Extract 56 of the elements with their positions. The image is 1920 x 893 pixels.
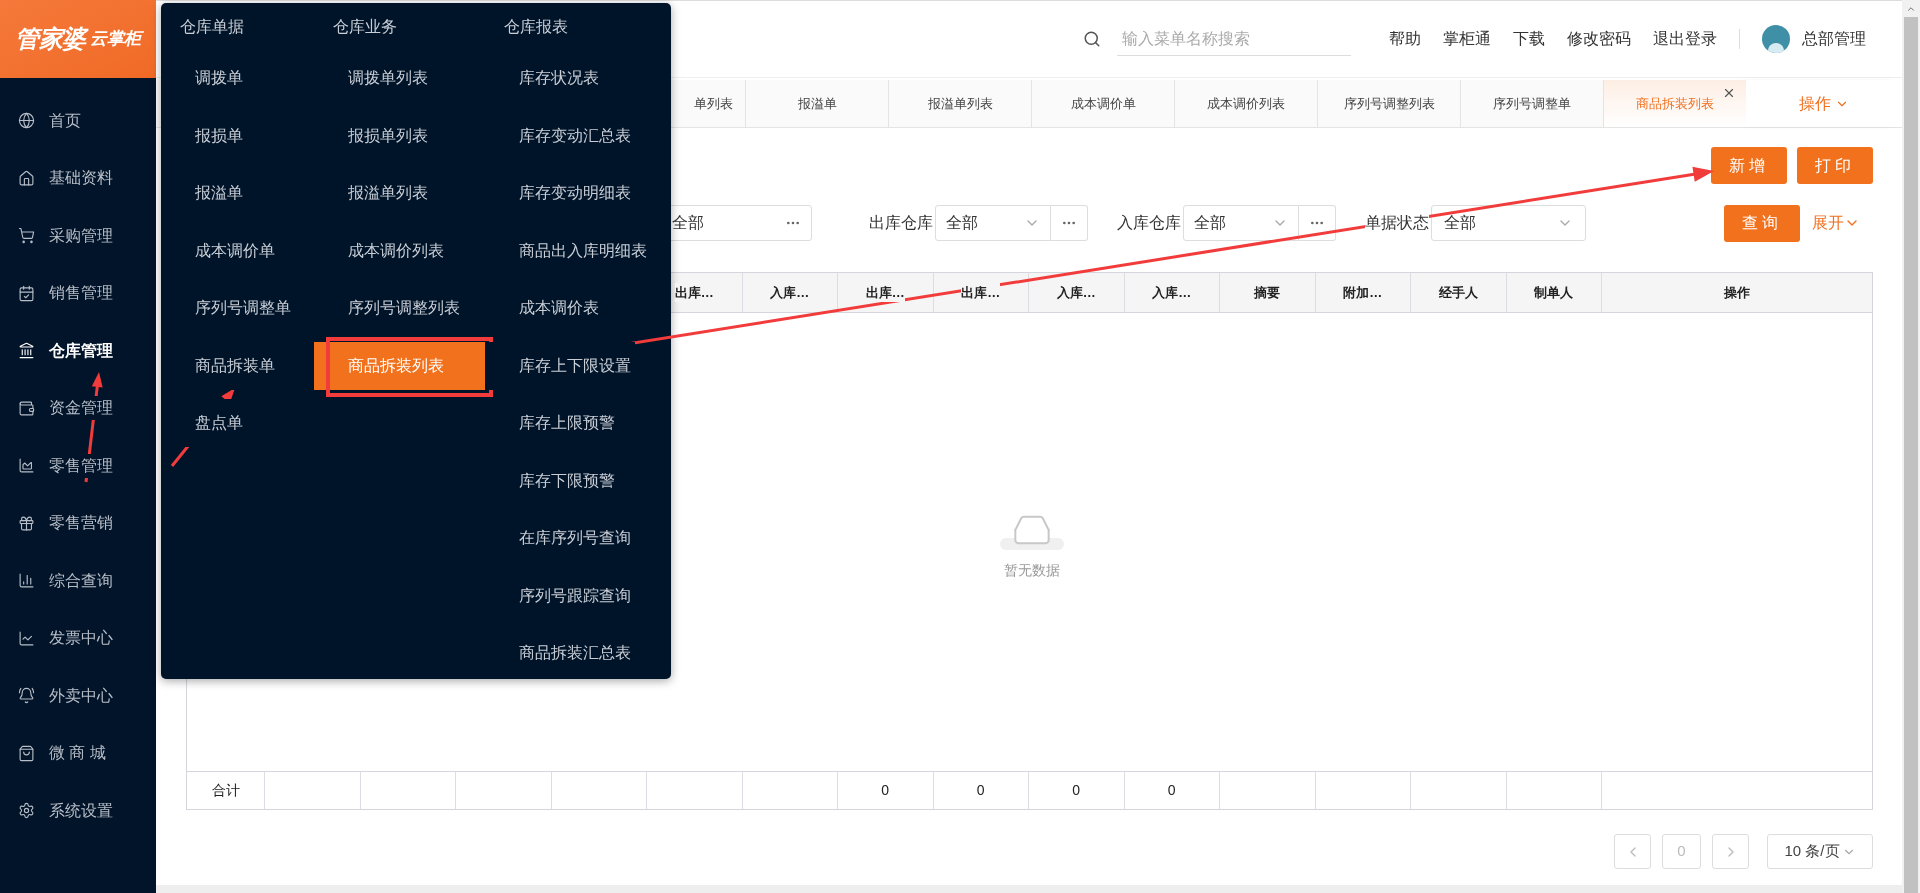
bank-icon [18,342,35,360]
column-header: 入库… [1056,282,1096,303]
warehouse-select[interactable]: 全部 [1183,205,1299,241]
sidebar-item[interactable]: 首页 [0,92,156,150]
menu-search-field[interactable]: 输入菜单名称搜索 [1117,22,1351,56]
status-select[interactable]: 全部 [1431,205,1586,241]
header-link[interactable]: 下载 [1513,27,1545,51]
menu-column-title: 仓库业务 [332,17,398,37]
total-cell-text: 0 [881,781,890,800]
sidebar-item[interactable]: 系统设置 [0,782,156,840]
menu-column-title: 仓库报表 [503,17,569,37]
sidebar-item[interactable]: 零售管理 [0,437,156,495]
warehouse-select[interactable]: 全部 [935,205,1051,241]
total-label: 合计 [211,781,240,800]
more-button[interactable] [1299,205,1336,241]
sidebar-item[interactable]: 资金管理 [0,379,156,437]
search-icon[interactable] [1083,30,1101,48]
menu-column-title: 仓库单据 [179,17,245,37]
column-header: 经手人 [1438,282,1478,303]
calendar-icon [18,284,35,302]
header-link[interactable]: 退出登录 [1653,27,1717,51]
settings-icon [18,802,35,820]
area-chart-icon [18,457,35,475]
house-icon [18,169,35,187]
wallet-icon [18,399,35,417]
column-header: 出库… [865,282,905,303]
user-name[interactable]: 总部管理 [1802,27,1866,51]
column-header: 入库… [770,282,810,303]
total-cell-text: 0 [1167,781,1176,800]
header-link[interactable]: 帮助 [1389,27,1421,51]
bag-icon [18,744,35,762]
header-link[interactable]: 修改密码 [1567,27,1631,51]
sidebar-item[interactable]: 仓库管理 [0,322,156,380]
bell-icon [18,687,35,705]
sidebar-item[interactable]: 销售管理 [0,264,156,322]
sidebar-item[interactable]: 发票中心 [0,609,156,667]
sidebar-item[interactable]: 外卖中心 [0,667,156,725]
sidebar-item[interactable]: 基础资料 [0,149,156,207]
close-icon[interactable] [1722,86,1736,100]
globe-icon [18,112,35,130]
avatar[interactable] [1762,25,1790,53]
total-cell-text: 0 [1072,781,1081,800]
column-header: 入库… [1152,282,1192,303]
header-link[interactable]: 掌柜通 [1443,27,1491,51]
sidebar-item[interactable]: 综合查询 [0,552,156,610]
total-cell-text: 0 [976,781,985,800]
gift-icon [18,514,35,532]
line-chart-icon [18,629,35,647]
scrollbar[interactable] [1902,0,1920,893]
sidebar-item[interactable]: 零售营销 [0,494,156,552]
bar-chart-icon [18,572,35,590]
empty-message: 暂无数据 [1003,560,1060,580]
page-size-select[interactable]: 10 条/页 [1767,834,1873,869]
sidebar-item[interactable]: 采购管理 [0,207,156,265]
cart-icon [18,227,35,245]
sidebar-item[interactable]: 微 商 城 [0,724,156,782]
